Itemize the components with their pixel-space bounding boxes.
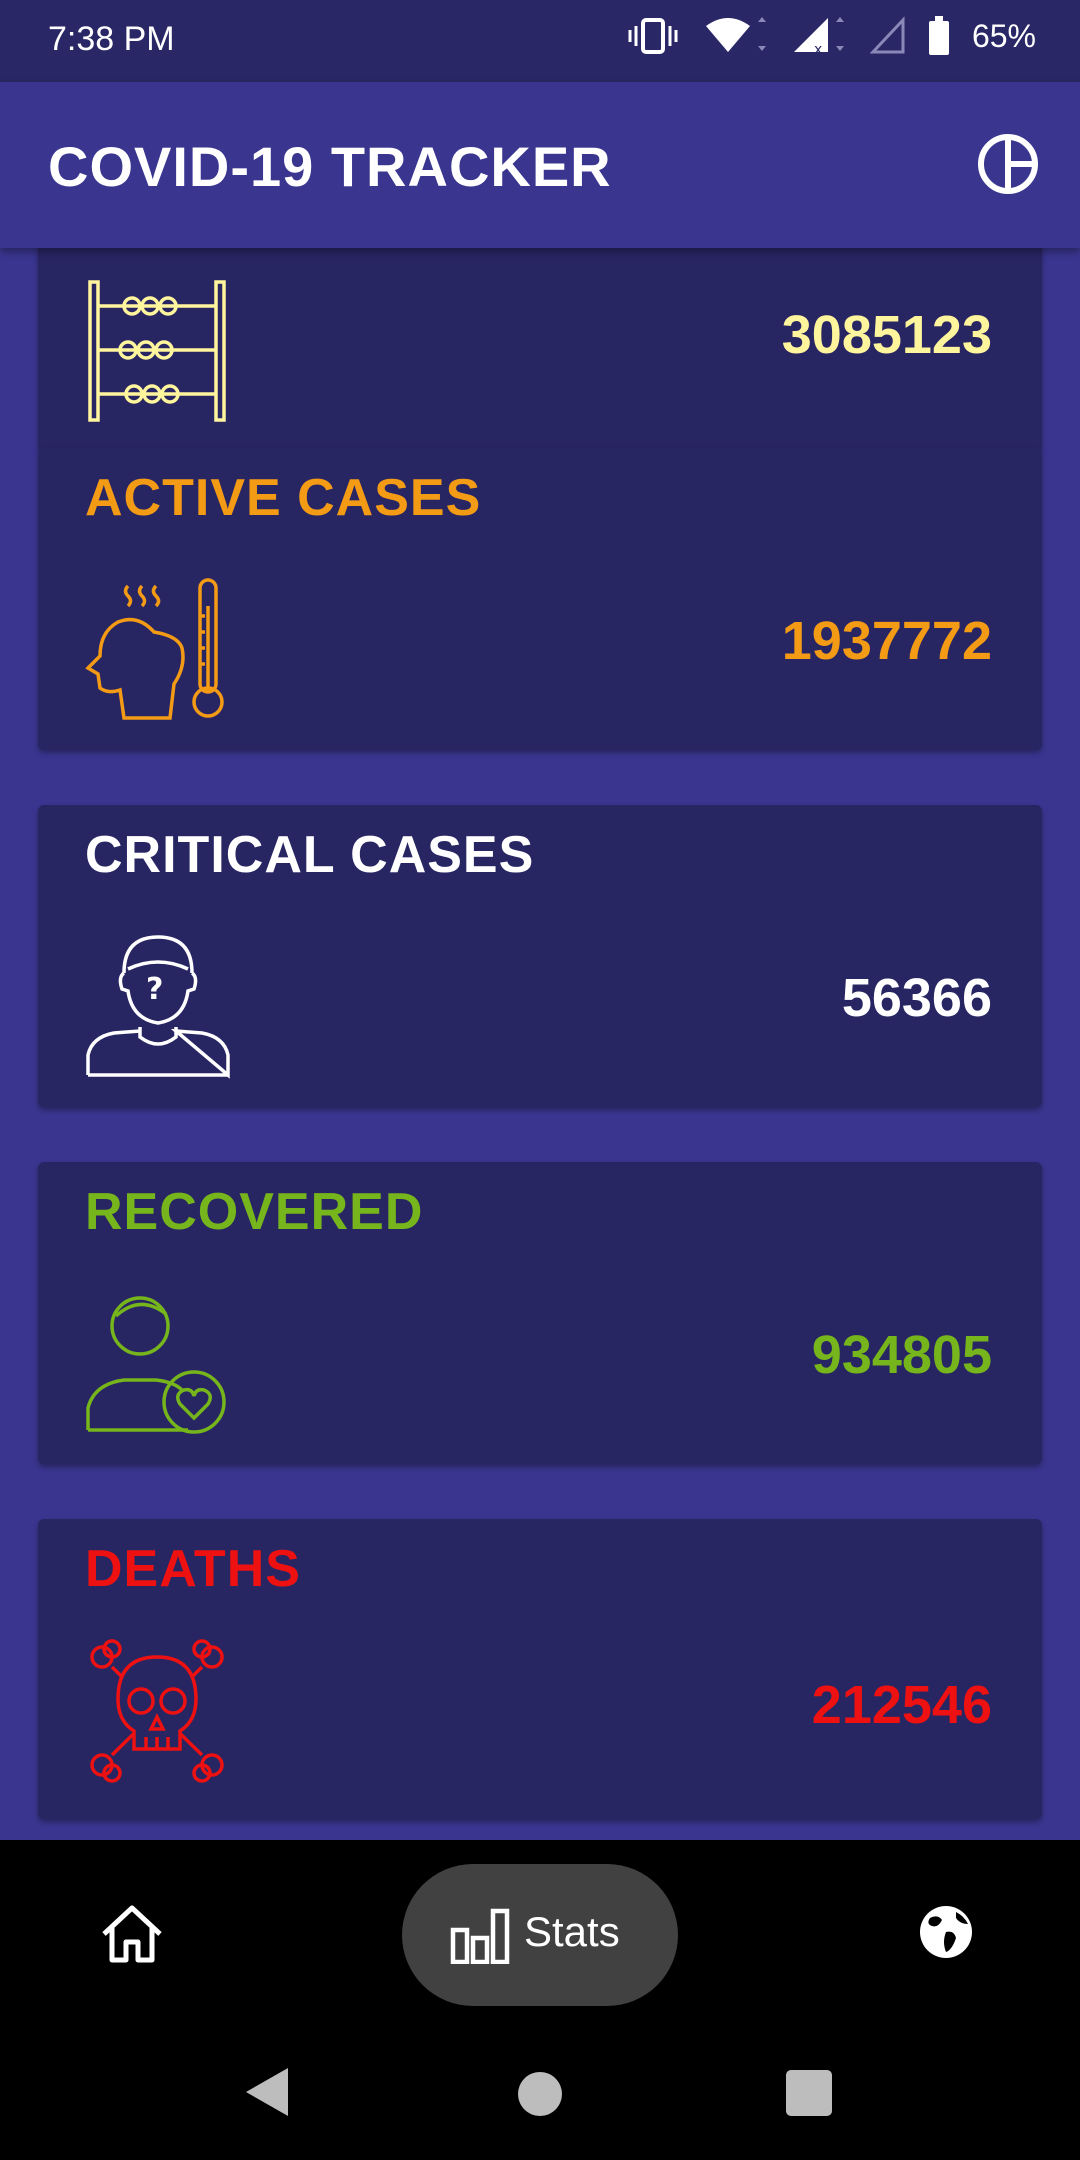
- bar-chart-icon: [450, 1908, 510, 1964]
- wifi-icon: [705, 17, 766, 52]
- nav-stats-button[interactable]: Stats: [402, 1864, 678, 2006]
- stat-card-critical: CRITICAL CASES ? 56366: [38, 805, 1042, 1107]
- battery-percentage: 65%: [971, 17, 1036, 54]
- stats-list[interactable]: 3085123 ACTIVE CASES 1937772 CRITICAL CA…: [0, 248, 1080, 1840]
- stat-label: ACTIVE CASES: [85, 469, 482, 527]
- stat-value: 934805: [811, 1325, 992, 1385]
- stat-card-recovered: RECOVERED 934805: [38, 1162, 1042, 1464]
- stat-value: 212546: [811, 1675, 992, 1735]
- app-bar: COVID-19 TRACKER: [0, 82, 1080, 248]
- recents-button[interactable]: [786, 2070, 832, 2116]
- nav-stats-label: Stats: [524, 1908, 620, 1955]
- back-icon[interactable]: [244, 2066, 290, 2118]
- status-time: 7:38 PM: [48, 20, 175, 58]
- patient-question-icon: ?: [86, 935, 230, 1079]
- stat-card-deaths: DEATHS 212546: [38, 1519, 1042, 1819]
- svg-text:x: x: [814, 42, 822, 56]
- stat-label: RECOVERED: [85, 1183, 424, 1241]
- stat-label: DEATHS: [85, 1540, 301, 1598]
- vibrate-icon: [628, 18, 678, 54]
- stat-value: 1937772: [781, 611, 992, 671]
- svg-text:?: ?: [146, 972, 163, 1007]
- person-heart-icon: [86, 1296, 226, 1434]
- fever-thermometer-icon: [85, 578, 224, 720]
- stat-card-active: ACTIVE CASES 1937772: [38, 448, 1042, 750]
- battery-icon: [928, 16, 949, 55]
- skull-crossbones-icon: [90, 1639, 224, 1783]
- status-bar: 7:38 PM x 65%: [0, 0, 1080, 82]
- globe-icon[interactable]: [916, 1902, 976, 1962]
- stat-label: CRITICAL CASES: [85, 826, 535, 884]
- stat-value: 3085123: [781, 305, 992, 365]
- status-icons: x 65%: [628, 16, 1036, 56]
- bottom-navigation: Stats: [0, 1840, 1080, 2040]
- stat-card-total: 3085123: [38, 248, 1042, 452]
- system-navigation: [0, 2040, 1080, 2160]
- app-title: COVID-19 TRACKER: [48, 135, 612, 198]
- abacus-icon: [88, 280, 226, 422]
- stat-value: 56366: [841, 968, 992, 1028]
- cell-signal-icon: x: [793, 17, 844, 56]
- cell-signal-empty-icon: [869, 16, 905, 54]
- system-home-button[interactable]: [518, 2072, 562, 2116]
- home-icon[interactable]: [100, 1902, 164, 1966]
- pie-chart-icon[interactable]: [976, 132, 1040, 196]
